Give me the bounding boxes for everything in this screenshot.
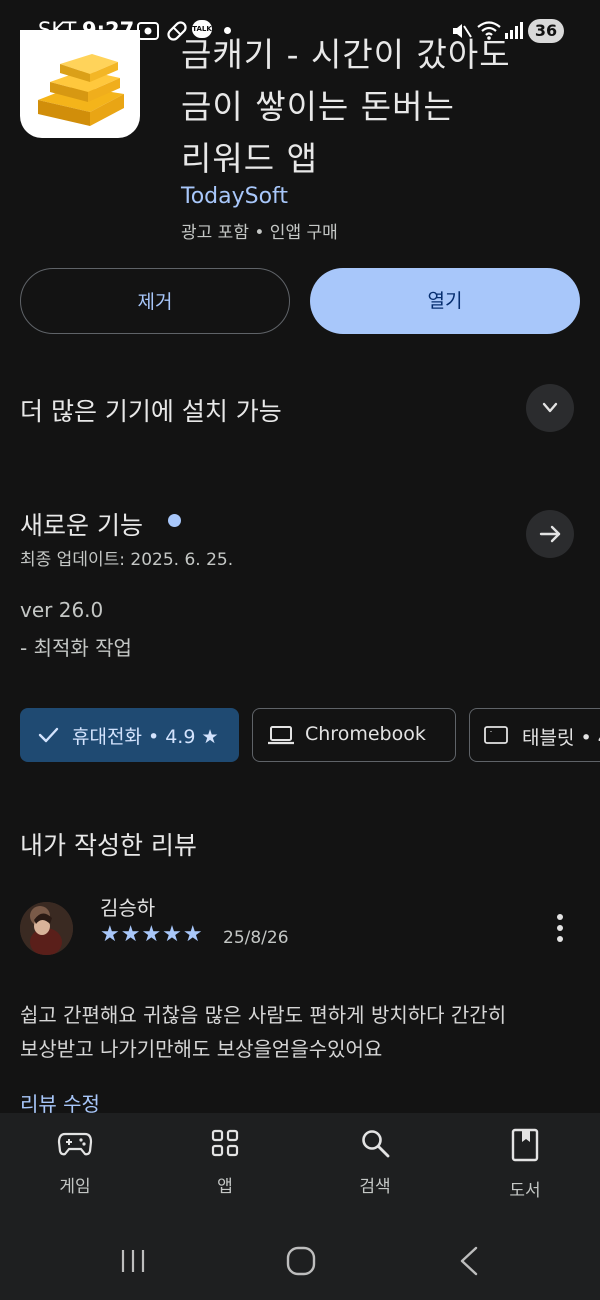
back-button[interactable] [450, 1240, 490, 1284]
chevron-down-icon [542, 402, 558, 413]
recents-icon [121, 1250, 145, 1272]
app-meta: 광고 포함 • 인앱 구매 [181, 223, 338, 243]
nav-games-label: 게임 [59, 1177, 91, 1197]
my-review-title: 내가 작성한 리뷰 [20, 831, 197, 860]
whats-new-arrow-button[interactable] [526, 510, 574, 558]
nav-search[interactable]: 검색 [315, 1128, 435, 1197]
expand-devices-button[interactable] [526, 384, 574, 432]
laptop-icon [268, 726, 294, 745]
nav-apps[interactable]: 앱 [165, 1128, 285, 1197]
book-icon [511, 1128, 539, 1162]
review-more-button[interactable] [548, 912, 572, 944]
review-text-line-1: 쉽고 간편해요 귀찮음 많은 사람도 편하게 방치하다 간간히 [20, 1003, 507, 1027]
release-note-version: ver 26.0 [20, 598, 104, 622]
chip-tablet[interactable]: 태블릿 • 4 [469, 708, 600, 762]
uninstall-button[interactable]: 제거 [20, 268, 290, 334]
more-vert-icon [557, 914, 563, 942]
app-title-line-3: 리워드 앱 [181, 139, 318, 178]
developer-link[interactable]: TodaySoft [181, 184, 288, 209]
review-text-line-2: 보상받고 나가기만해도 보상을얻을수있어요 [20, 1037, 383, 1061]
home-button[interactable] [281, 1240, 321, 1284]
chip-phone[interactable]: 휴대전화 • 4.9 ★ [20, 708, 239, 762]
app-title-line-2: 금이 쌓이는 돈버는 [181, 87, 455, 126]
nav-search-label: 검색 [359, 1177, 391, 1197]
chip-phone-label: 휴대전화 • 4.9 ★ [72, 726, 219, 748]
more-devices-title: 더 많은 기기에 설치 가능 [20, 397, 282, 426]
review-date: 25/8/26 [223, 928, 289, 948]
avatar-image [20, 902, 73, 955]
app-title-line-1: 금캐기 - 시간이 갔아도 [181, 35, 511, 74]
home-icon [286, 1246, 316, 1276]
whats-new-title: 새로운 기능 [20, 511, 143, 540]
back-icon [460, 1246, 478, 1276]
nav-books[interactable]: 도서 [465, 1128, 585, 1201]
open-button[interactable]: 열기 [310, 268, 580, 334]
check-icon [38, 727, 59, 743]
gold-bars-icon [38, 54, 124, 126]
recents-button[interactable] [115, 1240, 151, 1284]
last-updated: 최종 업데이트: 2025. 6. 25. [20, 550, 234, 570]
arrow-right-icon [539, 525, 561, 543]
apps-grid-icon [211, 1129, 239, 1157]
chip-tablet-label: 태블릿 • 4 [522, 727, 600, 749]
search-icon [362, 1130, 390, 1158]
chip-chromebook[interactable]: Chromebook [252, 708, 456, 762]
app-icon [20, 30, 140, 138]
nav-games[interactable]: 게임 [15, 1128, 135, 1197]
release-note-item: - 최적화 작업 [20, 636, 132, 660]
reviewer-name: 김승하 [100, 896, 156, 920]
tablet-icon [484, 726, 508, 744]
battery-level: 36 [528, 19, 564, 43]
chip-chromebook-label: Chromebook [305, 723, 426, 745]
nav-books-label: 도서 [509, 1181, 541, 1201]
avatar [20, 902, 73, 955]
rating-stars: ★★★★★ [100, 922, 204, 947]
new-indicator-dot [168, 514, 181, 527]
nav-apps-label: 앱 [217, 1177, 233, 1197]
gamepad-icon [57, 1132, 93, 1156]
